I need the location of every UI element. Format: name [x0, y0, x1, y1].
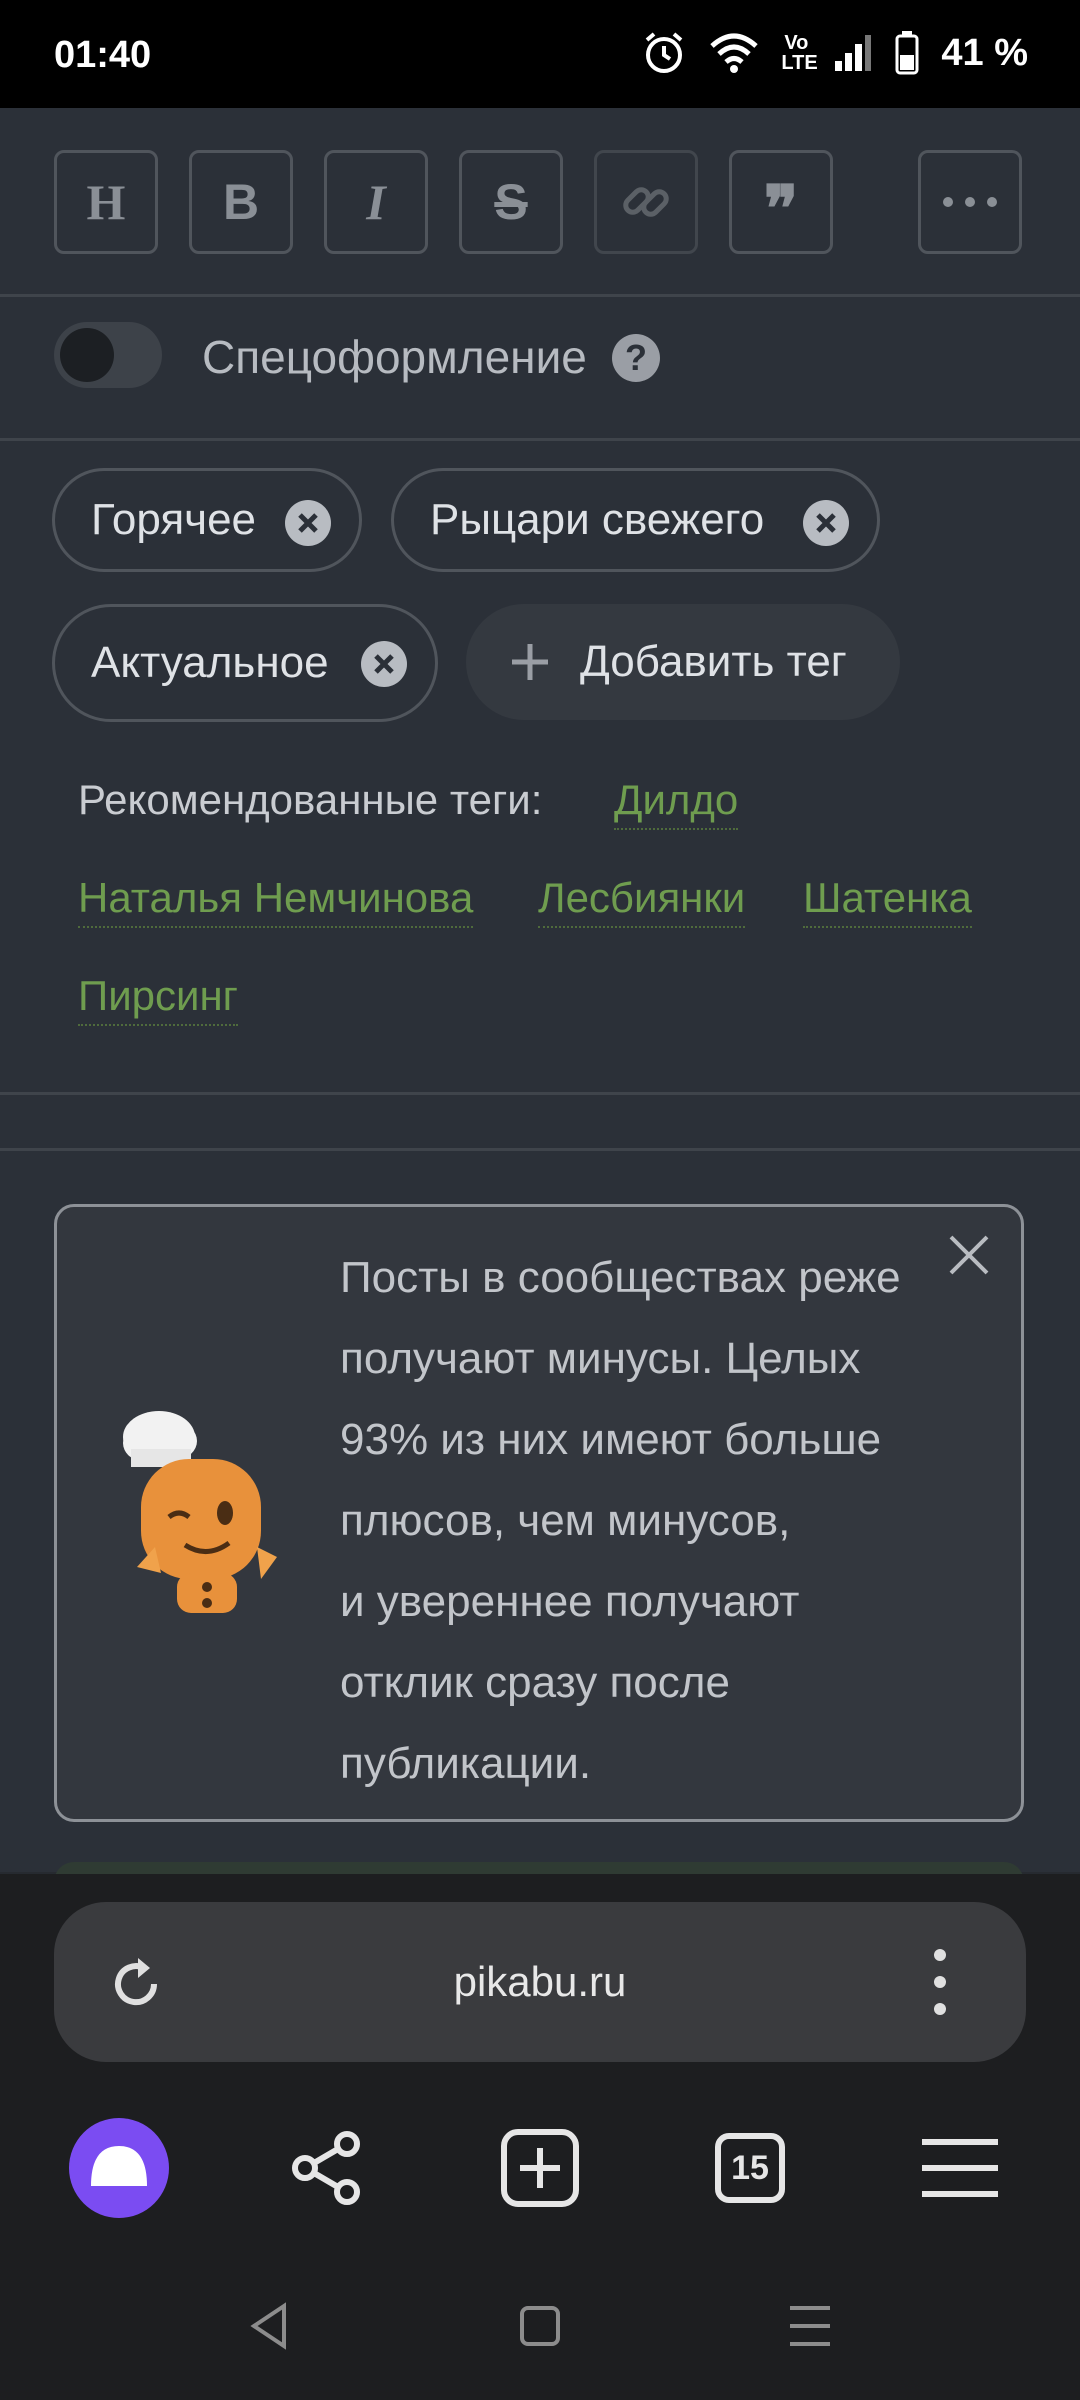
url-text: pikabu.ru [453, 1958, 627, 2005]
home-nav-icon[interactable] [510, 2296, 570, 2356]
status-time: 01:40 [54, 34, 152, 76]
divider [0, 1092, 1080, 1095]
new-tab-button[interactable] [488, 2116, 592, 2220]
tip-line: получают минусы. Целых [340, 1334, 861, 1383]
add-tag-button[interactable]: Добавить тег [466, 604, 900, 720]
tag-chip-actual: Актуальное [52, 604, 438, 722]
recommended-tag[interactable]: Дилдо [614, 776, 739, 830]
special-format-toggle[interactable] [54, 322, 162, 388]
hamburger-menu-icon [922, 2139, 998, 2197]
alarm-icon [646, 32, 683, 73]
plus-square-icon [501, 2129, 579, 2207]
recommended-tag[interactable]: Шатенка [803, 874, 972, 928]
divider [0, 438, 1080, 441]
tabs-count: 15 [731, 2148, 769, 2187]
signal-icon [835, 35, 872, 71]
tip-line: Посты в сообществах реже [340, 1253, 901, 1302]
special-format-label: Спецоформление [202, 331, 587, 383]
tip-line: и увереннее получают [340, 1577, 800, 1626]
remove-tag-icon[interactable] [803, 500, 849, 546]
tag-chip-hot: Горячее [52, 468, 362, 572]
back-nav-icon[interactable] [240, 2296, 300, 2356]
special-format-row: Спецоформление ? [0, 108, 1080, 388]
battery-icon [895, 31, 919, 75]
battery-percent: 41 % [941, 31, 1028, 74]
alice-assistant-button[interactable] [67, 2116, 171, 2220]
tag-label: Горячее [91, 495, 257, 544]
divider [0, 1148, 1080, 1151]
recommended-tag[interactable]: Пирсинг [78, 972, 238, 1026]
community-tip-card: Посты в сообществах реже получают минусы… [54, 1204, 1024, 1822]
recommended-tag[interactable]: Лесбиянки [538, 874, 746, 928]
tag-label: Актуальное [91, 638, 329, 687]
status-bar: 01:40 Vo LTE 41 % [0, 0, 1080, 108]
tip-line: 93% из них имеют больше [340, 1415, 882, 1464]
tag-label: Рыцари свежего [430, 495, 765, 544]
status-icons: Vo LTE 41 % [641, 30, 1028, 76]
wifi-icon [710, 33, 759, 73]
recommended-tags-label: Рекомендованные теги: [78, 776, 543, 823]
address-bar[interactable]: pikabu.ru [54, 1902, 1026, 2062]
post-editor: H B I S ❞ Спецоформление ? Горячее Рыцар… [0, 108, 1080, 1902]
menu-dots-icon[interactable] [930, 1947, 950, 2017]
tip-text: Посты в сообществах реже получают минусы… [340, 1237, 960, 1804]
alice-icon [69, 2118, 169, 2218]
tip-line: плюсов, чем минусов, [340, 1496, 791, 1545]
mascot-cookie-icon [123, 1411, 277, 1613]
tabs-count-icon: 15 [715, 2133, 785, 2203]
recommended-tag[interactable]: Наталья Немчинова [78, 874, 474, 928]
remove-tag-icon[interactable] [285, 500, 331, 546]
tip-line: отклик сразу после [340, 1658, 730, 1707]
plus-icon [512, 644, 548, 680]
share-icon [292, 2131, 360, 2205]
browser-bottom-bar: pikabu.ru 15 [0, 1874, 1080, 2400]
volte-icon: Vo LTE [781, 32, 818, 74]
add-tag-label: Добавить тег [580, 637, 847, 686]
remove-tag-icon[interactable] [361, 641, 407, 687]
browser-menu-button[interactable] [908, 2116, 1012, 2220]
recents-nav-icon[interactable] [780, 2296, 840, 2356]
help-icon[interactable]: ? [612, 334, 660, 382]
tip-line: публикации. [340, 1739, 592, 1788]
tag-chip-knights: Рыцари свежего [391, 468, 880, 572]
toggle-knob [60, 328, 114, 382]
close-icon[interactable] [947, 1233, 991, 1277]
share-button[interactable] [275, 2116, 379, 2220]
tabs-button[interactable]: 15 [698, 2116, 802, 2220]
